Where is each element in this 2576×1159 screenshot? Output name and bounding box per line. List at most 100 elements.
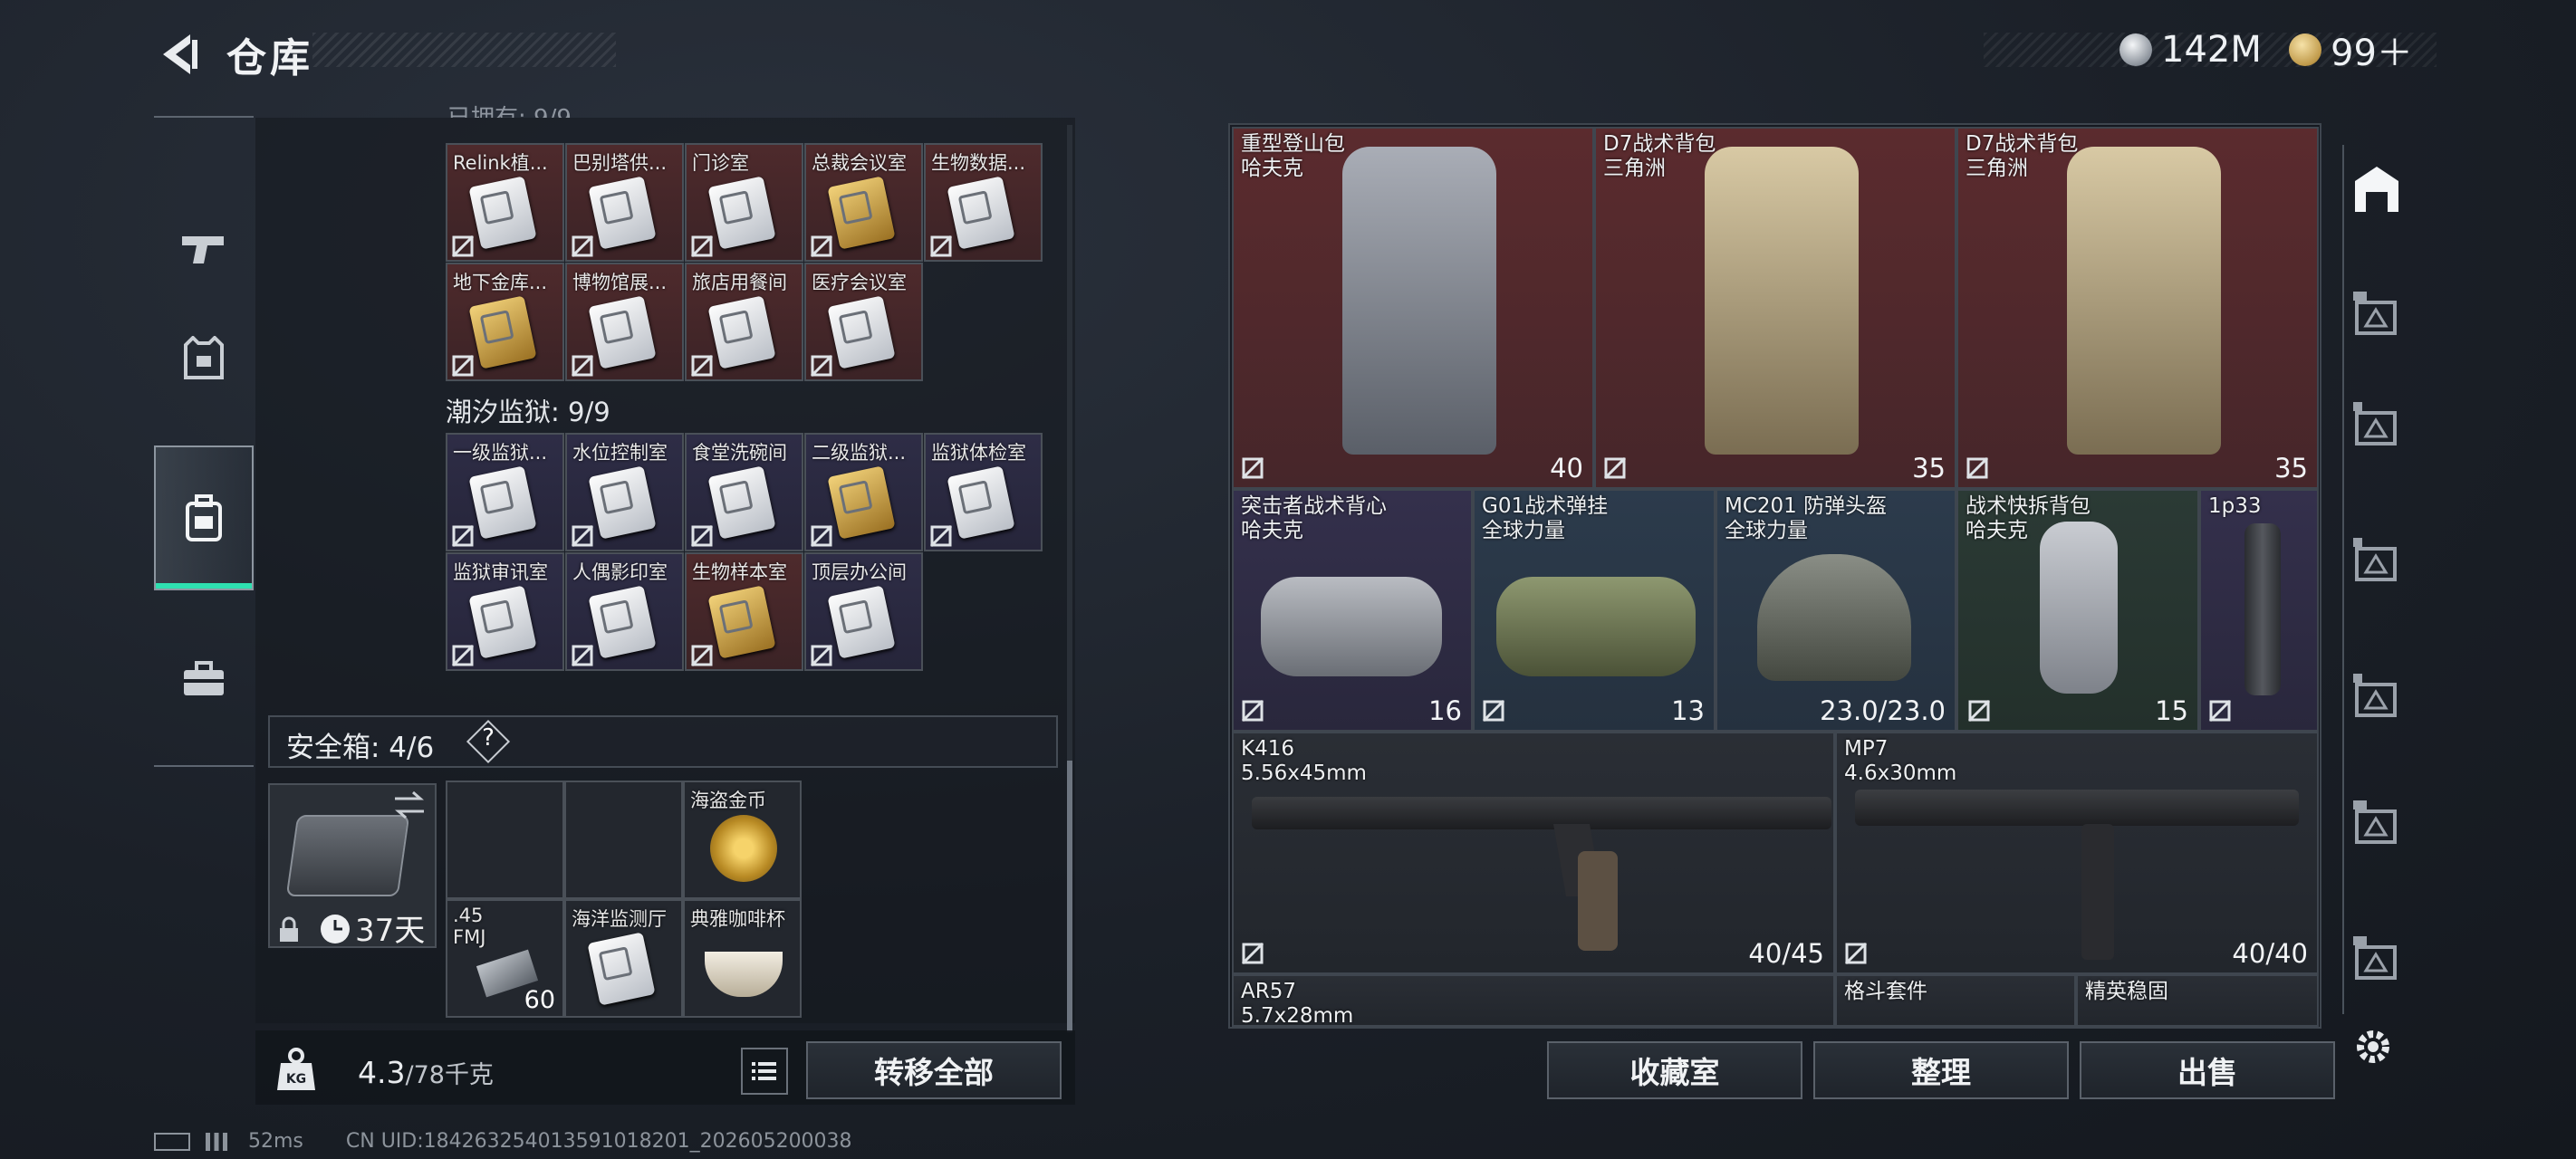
safe-slot-ammo[interactable]: .45 FMJ 60	[446, 899, 564, 1018]
no-insure-icon	[690, 235, 714, 258]
item-label: 海盗金币	[690, 790, 766, 811]
item-name: G01战术弹挂 全球力量	[1482, 494, 1609, 542]
key-card-label: 一级监狱...	[453, 442, 548, 464]
no-insure-icon	[1241, 942, 1264, 965]
silver-amount: 142M	[2161, 29, 2262, 71]
stash-item-d7-backpack[interactable]: D7战术背包 三角洲 35	[1956, 127, 2319, 489]
item-capacity: 35	[1912, 453, 1946, 484]
item-capacity: 13	[1671, 695, 1705, 726]
no-insure-icon	[810, 354, 833, 378]
stash-item-melee-kit[interactable]: 格斗套件	[1835, 974, 2076, 1027]
settings-gear[interactable]	[2350, 1023, 2404, 1078]
back-arrow-icon[interactable]	[152, 27, 207, 81]
safe-slot-empty[interactable]	[564, 781, 683, 899]
stash-item-elite-stable[interactable]: 精英稳固	[2076, 974, 2319, 1027]
stash-box-icon	[2353, 538, 2397, 581]
key-card-label: 人偶影印室	[572, 561, 668, 583]
stash-tab[interactable]	[2350, 670, 2404, 724]
safe-slot-pirate-coin[interactable]: 海盗金币	[683, 781, 802, 899]
key-card-slot[interactable]: 生物样本室	[685, 552, 803, 671]
key-card-slot[interactable]: 监狱审讯室	[446, 552, 564, 671]
item-name: 精英稳固	[2085, 980, 2168, 1003]
item-label: 海洋监测厅	[572, 908, 667, 930]
safe-slot-coffee-cup[interactable]: 典雅咖啡杯	[683, 899, 802, 1018]
no-insure-icon	[451, 235, 475, 258]
transfer-all-button[interactable]: 转移全部	[806, 1041, 1062, 1099]
stash-tab[interactable]	[2350, 933, 2404, 987]
key-card-slot[interactable]: 水位控制室	[565, 433, 684, 551]
key-card-label: 水位控制室	[572, 442, 668, 464]
stash-tab[interactable]	[2350, 398, 2404, 453]
key-card-slot[interactable]: 巴别塔供...	[565, 143, 684, 262]
stash-tab[interactable]	[2350, 797, 2404, 851]
stash-item-ar57[interactable]: AR57 5.7x28mm	[1232, 974, 1835, 1027]
stash-tab-main[interactable]	[2350, 161, 2404, 216]
key-card-slot[interactable]: 博物馆展...	[565, 263, 684, 381]
page-title: 仓库	[226, 35, 313, 81]
item-name: 重型登山包 哈夫克	[1241, 132, 1345, 180]
keycard-icon	[827, 585, 896, 659]
key-card-slot[interactable]: 医疗会议室	[804, 263, 923, 381]
no-insure-icon	[1241, 699, 1264, 723]
stash-item-mc201-helmet[interactable]: MC201 防弹头盔 全球力量 23.0/23.0	[1716, 489, 1956, 732]
sell-button[interactable]: 出售	[2080, 1041, 2335, 1099]
key-card-slot[interactable]: 食堂洗碗间	[685, 433, 803, 551]
no-insure-icon	[571, 354, 594, 378]
stash-item-k416[interactable]: K416 5.56x45mm 40/45	[1232, 732, 1835, 974]
stash-item-heavy-backpack[interactable]: 重型登山包 哈夫克 40	[1232, 127, 1594, 489]
stash-item-mp7[interactable]: MP7 4.6x30mm 40/40	[1835, 732, 2319, 974]
key-card-label: 生物样本室	[692, 561, 787, 583]
lock-icon	[280, 916, 298, 942]
safe-days-remaining: 37天	[355, 913, 426, 949]
swap-icon[interactable]	[391, 790, 428, 820]
key-card-slot[interactable]: Relink植...	[446, 143, 564, 262]
safe-slot-keycard[interactable]: 海洋监测厅	[564, 899, 683, 1018]
key-card-slot[interactable]: 生物数据...	[924, 143, 1043, 262]
silver-currency[interactable]: 142M	[2119, 27, 2262, 72]
nav-toolbox[interactable]	[154, 607, 254, 752]
stash-tab[interactable]	[2350, 534, 2404, 589]
stash-tab[interactable]	[2350, 288, 2404, 342]
key-card-label: 总裁会议室	[812, 152, 907, 174]
no-insure-icon	[1844, 942, 1868, 965]
key-card-slot[interactable]: 旅店用餐间	[685, 263, 803, 381]
weight-capacity: /78千克	[405, 1061, 494, 1089]
gold-currency[interactable]: 99＋	[2289, 27, 2413, 74]
key-card-slot[interactable]: 地下金库...	[446, 263, 564, 381]
category-nav	[154, 116, 254, 767]
no-insure-icon	[451, 354, 475, 378]
key-card-slot[interactable]: 顶层办公间	[804, 552, 923, 671]
weight-readout: 4.3/78千克	[358, 1055, 494, 1090]
organize-button[interactable]: 整理	[1813, 1041, 2069, 1099]
backpack-image	[2067, 147, 2221, 455]
nav-backpack[interactable]	[154, 445, 254, 590]
stash-item-1p33-scope[interactable]: 1p33	[2199, 489, 2319, 732]
stash-item-assault-vest[interactable]: 突击者战术背心 哈夫克 16	[1232, 489, 1473, 732]
stash-box-icon	[2353, 800, 2397, 844]
key-card-label: 二级监狱...	[812, 442, 907, 464]
stash-item-quick-release-pack[interactable]: 战术快拆背包 哈夫克 15	[1956, 489, 2199, 732]
key-card-slot[interactable]: 门诊室	[685, 143, 803, 262]
no-insure-icon	[690, 524, 714, 548]
key-card-slot[interactable]: 一级监狱...	[446, 433, 564, 551]
section-title-tidal-prison: 潮汐监狱: 9/9	[446, 397, 610, 427]
key-card-slot[interactable]: 总裁会议室	[804, 143, 923, 262]
stash-item-g01-rig[interactable]: G01战术弹挂 全球力量 13	[1473, 489, 1716, 732]
nav-armor[interactable]	[154, 285, 254, 430]
gold-coin-icon	[2289, 34, 2321, 66]
helmet-image	[1757, 554, 1911, 681]
inventory-scroll-thumb[interactable]	[1067, 761, 1072, 1032]
key-card-slot[interactable]: 二级监狱...	[804, 433, 923, 551]
signal-icon	[206, 1133, 227, 1151]
key-card-slot[interactable]: 人偶影印室	[565, 552, 684, 671]
key-card-label: 巴别塔供...	[572, 152, 668, 174]
list-view-button[interactable]	[741, 1048, 788, 1095]
safe-slot-empty[interactable]	[446, 781, 564, 899]
collection-room-button[interactable]: 收藏室	[1547, 1041, 1802, 1099]
battery-icon	[154, 1133, 190, 1151]
item-name: D7战术背包 三角洲	[1603, 132, 1716, 180]
current-weight: 4.3	[358, 1055, 406, 1090]
key-card-slot[interactable]: 监狱体检室	[924, 433, 1043, 551]
rifle-image	[1252, 797, 1831, 829]
stash-item-d7-backpack[interactable]: D7战术背包 三角洲 35	[1594, 127, 1956, 489]
